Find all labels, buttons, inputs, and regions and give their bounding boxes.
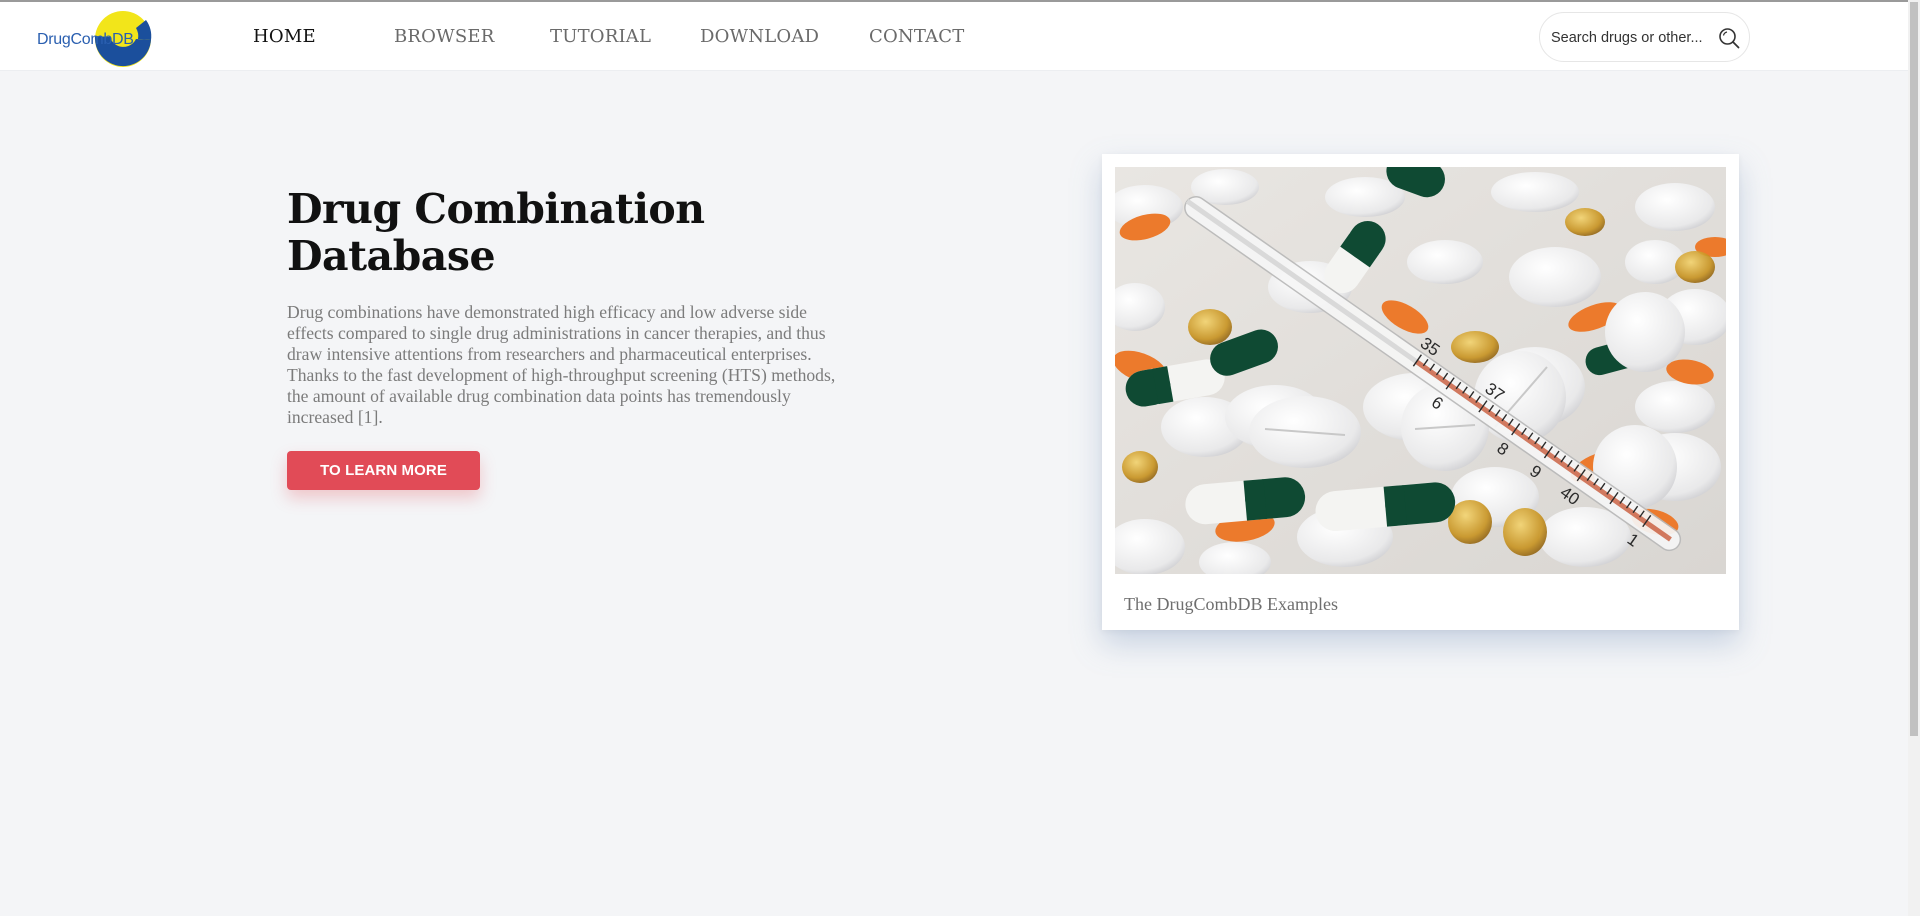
page-scrollbar[interactable] <box>1908 0 1920 916</box>
search-icon[interactable] <box>1718 27 1740 49</box>
nav-browser[interactable]: BROWSER <box>394 26 494 47</box>
nav-tutorial[interactable]: TUTORIAL <box>550 26 651 47</box>
hero-description: Drug combinations have demonstrated high… <box>287 302 836 427</box>
search-box <box>1539 12 1750 62</box>
page-title: Drug Combination Database <box>287 186 847 280</box>
example-card: 35 6 37 8 9 40 1 The DrugCombDB Examples <box>1102 154 1739 630</box>
page-title-line-2: Database <box>287 232 496 280</box>
page-title-line-1: Drug Combination <box>287 185 705 233</box>
learn-more-button[interactable]: TO LEARN MORE <box>287 451 480 490</box>
logo-text: DrugCombDB <box>37 31 134 48</box>
card-caption: The DrugCombDB Examples <box>1124 594 1338 614</box>
nav-download[interactable]: DOWNLOAD <box>700 26 819 47</box>
nav-home[interactable]: HOME <box>253 26 316 47</box>
nav-contact[interactable]: CONTACT <box>869 26 964 47</box>
site-logo[interactable]: DrugCombDB <box>26 6 176 70</box>
search-input[interactable] <box>1549 28 1715 48</box>
scrollbar-thumb[interactable] <box>1910 2 1918 736</box>
top-navbar: DrugCombDB HOME BROWSER TUTORIAL DOWNLOA… <box>0 2 1908 71</box>
pills-thermometer-image: 35 6 37 8 9 40 1 <box>1115 167 1726 574</box>
